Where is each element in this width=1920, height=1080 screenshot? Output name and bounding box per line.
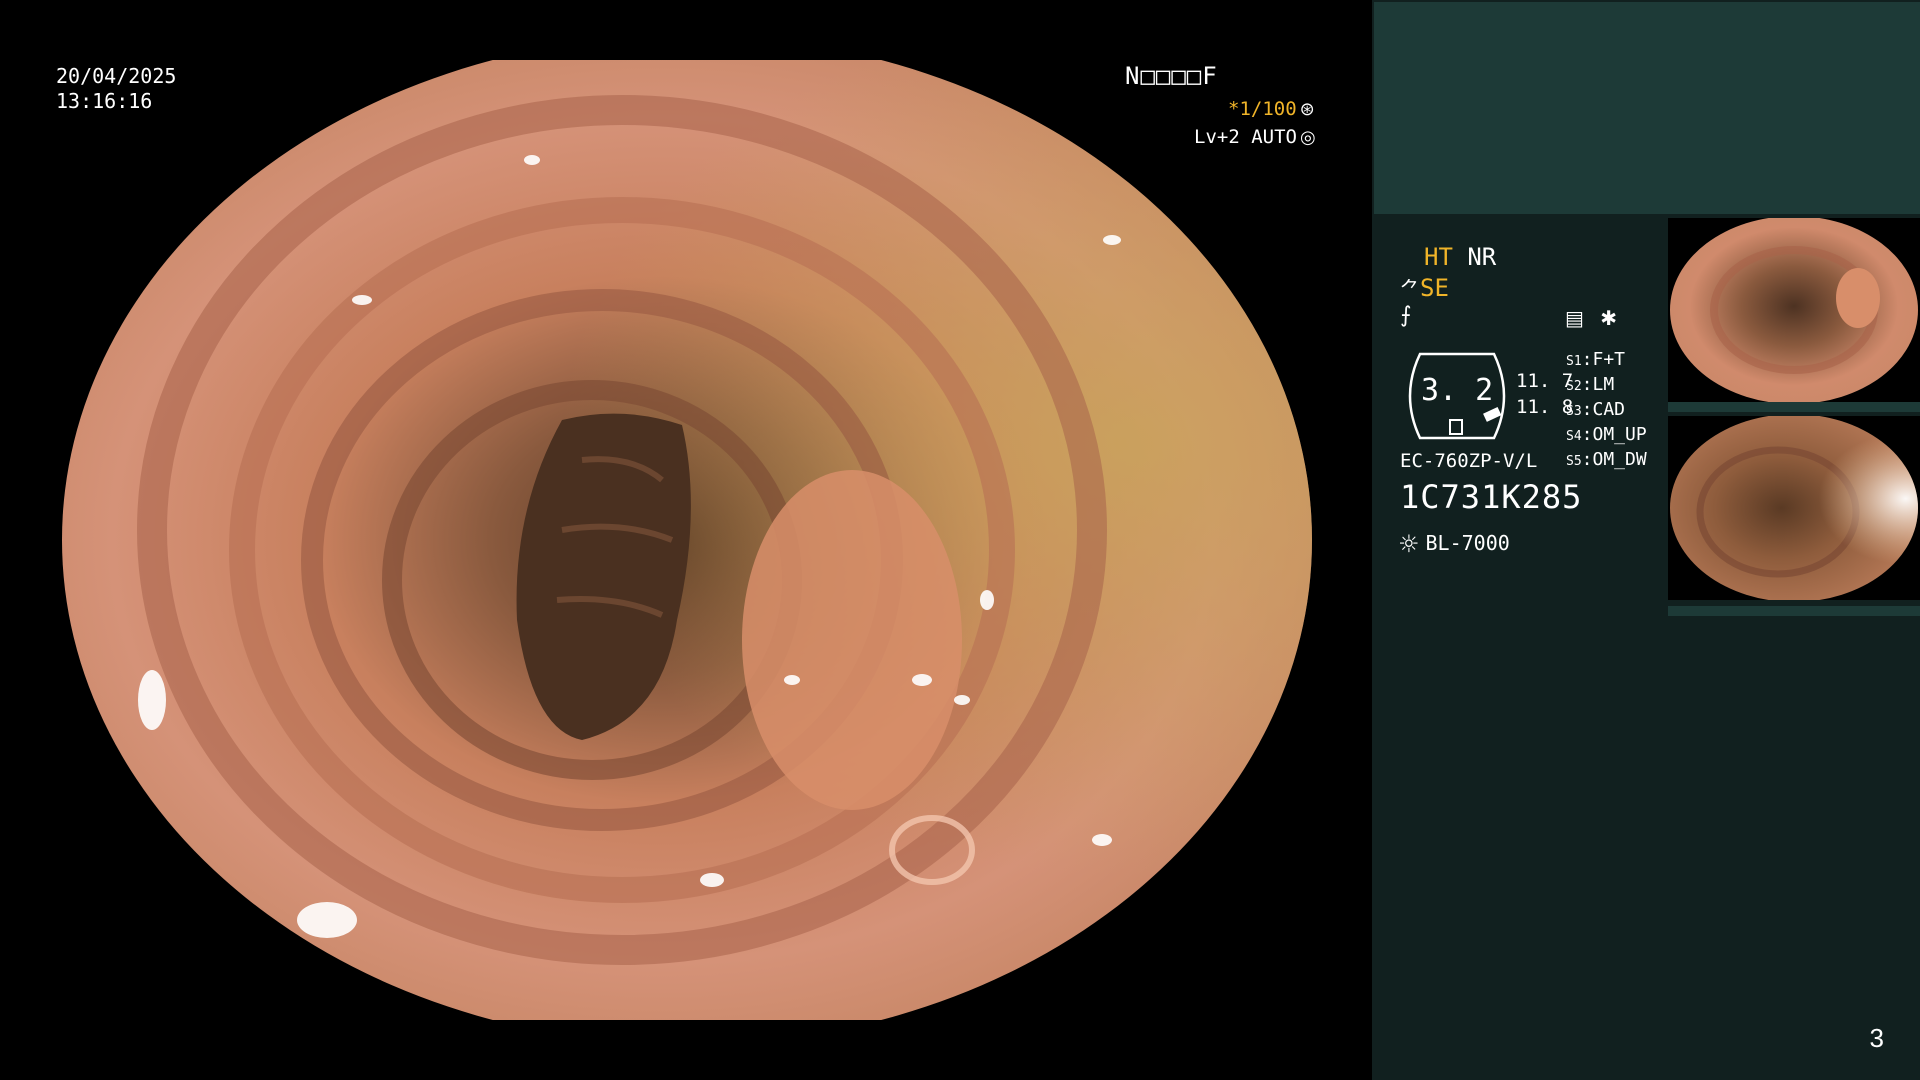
endoscopic-image	[62, 60, 1312, 1020]
endoscope-view: 20/04/2025 13:16:16 N□□□□F *1/100 ⊛ Lv+2 …	[0, 0, 1372, 1080]
light-source-icon: ☼	[1398, 530, 1420, 558]
slot-label: S3	[1566, 404, 1582, 419]
slot-value: F+T	[1592, 349, 1626, 370]
scope-model: EC-760ZP-V/L	[1400, 450, 1538, 472]
aperture-icon: ⊛	[1299, 99, 1315, 120]
mode-code-text: N□□□□F	[1125, 62, 1218, 90]
asterisk-icon: ✱	[1600, 306, 1618, 330]
ht-nr-row: HT NR	[1424, 243, 1496, 271]
page-number: 3	[1869, 1023, 1884, 1053]
thumbnail-bar	[1668, 606, 1920, 616]
time-text: 13:16:16	[56, 89, 153, 113]
date-time-display: 20/04/2025 13:16:16	[56, 64, 176, 114]
capture-thumbnail-2[interactable]	[1668, 416, 1920, 600]
filter-icon: ⨍	[1400, 303, 1412, 328]
thumbnail-bar	[1668, 402, 1920, 412]
value-a: 11. 7	[1516, 370, 1574, 392]
slot-s2: S2:LM	[1566, 374, 1615, 395]
light-source-text: BL-7000	[1425, 531, 1510, 555]
panel-header-area	[1374, 2, 1920, 214]
slot-s5: S5:OM_DW	[1566, 449, 1647, 470]
light-source-row: ☼ BL-7000	[1398, 530, 1510, 558]
slot-value: CAD	[1592, 399, 1626, 420]
value-b: 11. 8	[1516, 396, 1574, 418]
slot-label: S5	[1566, 454, 1582, 469]
slot-label: S4	[1566, 429, 1582, 444]
nr-label: NR	[1467, 243, 1497, 271]
slot-value: OM_UP	[1592, 424, 1647, 445]
capture-thumbnail-1[interactable]	[1668, 218, 1920, 402]
record-indicator: ▤ ✱	[1565, 306, 1617, 330]
slot-s1: S1:F+T	[1566, 349, 1626, 370]
ht-label: HT	[1424, 243, 1453, 271]
shutter-indicator: *1/100 ⊛	[1228, 98, 1315, 120]
se-row: ⺈SE	[1400, 273, 1449, 302]
structure-enhance-icon: ⺈	[1400, 277, 1420, 301]
slot-s4: S4:OM_UP	[1566, 424, 1647, 445]
slot-label: S1	[1566, 354, 1582, 369]
slot-value: LM	[1592, 374, 1615, 395]
slot-value: OM_DW	[1592, 449, 1647, 470]
gauge-value: 3. 2	[1421, 373, 1494, 408]
slot-label: S2	[1566, 379, 1582, 394]
shutter-text: *1/100	[1228, 98, 1297, 120]
slot-s3: S3:CAD	[1566, 399, 1626, 420]
level-indicator: Lv+2 AUTO ◎	[1194, 126, 1316, 148]
se-label: SE	[1420, 274, 1449, 302]
scope-serial: 1C731K285	[1400, 478, 1583, 516]
date-text: 20/04/2025	[56, 64, 177, 88]
level-text: Lv+2 AUTO	[1194, 126, 1297, 148]
record-icon: ▤	[1565, 306, 1584, 330]
auto-iris-icon: ◎	[1299, 127, 1316, 148]
